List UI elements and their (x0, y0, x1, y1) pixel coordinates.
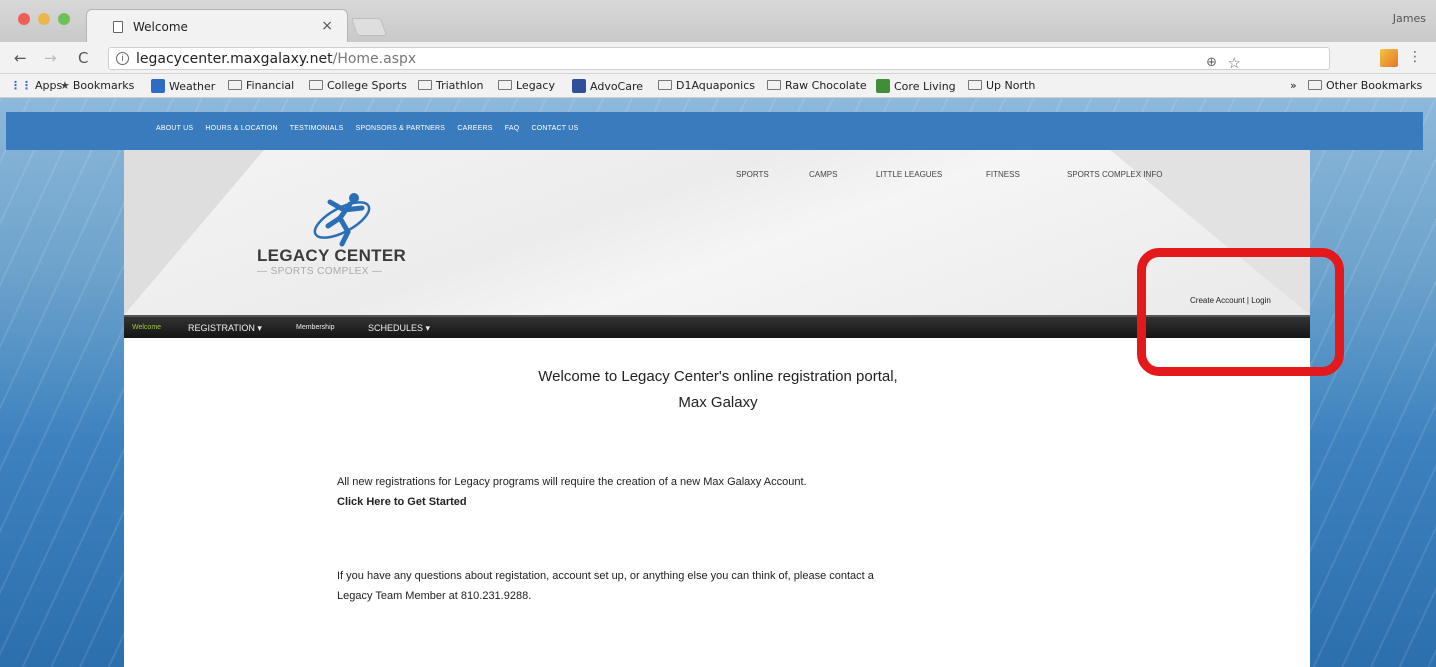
window-close-button[interactable] (18, 13, 30, 25)
page-icon (113, 21, 123, 33)
screenshot-frame: Welcome × James ← → C i legacycenter.max… (0, 0, 1436, 667)
advocare-icon (572, 79, 586, 93)
folder-icon (968, 80, 982, 90)
bookmark-financial[interactable]: Financial (228, 79, 294, 92)
apps-icon: ⋮⋮ (10, 79, 32, 92)
subnav-welcome[interactable]: Welcome (132, 324, 161, 331)
nav-camps[interactable]: CAMPS (809, 170, 837, 179)
address-bar[interactable]: i legacycenter.maxgalaxy.net/Home.aspx ⊕… (108, 47, 1330, 72)
bookmark-other-bookmarks[interactable]: Other Bookmarks (1308, 79, 1422, 92)
nav-sports-complex-info[interactable]: SPORTS COMPLEX INFO (1067, 170, 1162, 179)
contact-text-line-1: If you have any questions about registat… (337, 570, 874, 582)
tab-title: Welcome (133, 20, 188, 34)
star-icon: ★ (60, 79, 70, 92)
folder-icon (498, 80, 512, 90)
url-host: legacycenter.maxgalaxy.net (136, 51, 333, 67)
utility-nav-bar: ABOUT US HOURS & LOCATION TESTIMONIALS S… (6, 112, 1423, 150)
bookmark-d1aquaponics[interactable]: D1Aquaponics (658, 79, 755, 92)
browser-titlebar: Welcome × James (0, 0, 1436, 42)
forward-arrow-icon[interactable]: → (44, 49, 57, 67)
nav-fitness[interactable]: FITNESS (986, 170, 1020, 179)
contact-text-line-2: Legacy Team Member at 810.231.9288. (337, 590, 532, 602)
bookmark-advocare[interactable]: AdvoCare (572, 79, 643, 93)
nav-contact-us[interactable]: CONTACT US (532, 125, 579, 132)
folder-icon (309, 80, 323, 90)
url-path: /Home.aspx (332, 51, 417, 67)
site-header: LEGACY CENTER — SPORTS COMPLEX — SPORTS … (124, 150, 1310, 315)
core-living-icon (876, 79, 890, 93)
runner-logo-icon[interactable] (304, 188, 384, 248)
nav-hours-location[interactable]: HOURS & LOCATION (205, 125, 277, 132)
nav-about-us[interactable]: ABOUT US (156, 125, 193, 132)
window-minimize-button[interactable] (38, 13, 50, 25)
tab-close-icon[interactable]: × (321, 18, 333, 34)
header-decoration (124, 150, 264, 315)
bookmark-core-living[interactable]: Core Living (876, 79, 956, 93)
logo-title[interactable]: LEGACY CENTER (257, 246, 406, 266)
nav-little-leagues[interactable]: LITTLE LEAGUES (876, 170, 942, 179)
bookmark-raw-chocolate[interactable]: Raw Chocolate (767, 79, 867, 92)
bookmark-weather[interactable]: Weather (151, 79, 215, 93)
nav-sponsors-partners[interactable]: SPONSORS & PARTNERS (356, 125, 446, 132)
subnav-membership[interactable]: Membership (296, 324, 335, 331)
logo-subtitle: — SPORTS COMPLEX — (257, 266, 383, 277)
nav-testimonials[interactable]: TESTIMONIALS (290, 125, 344, 132)
bookmark-college-sports[interactable]: College Sports (309, 79, 407, 92)
nav-careers[interactable]: CAREERS (457, 125, 492, 132)
get-started-link[interactable]: Click Here to Get Started (337, 492, 467, 512)
subnav-schedules[interactable]: SCHEDULES ▾ (368, 323, 430, 334)
highlight-annotation-box (1137, 248, 1344, 376)
menu-icon[interactable]: ⋮ (1408, 49, 1422, 65)
bookmarks-bar: ⋮⋮ Apps ★ Bookmarks Weather Financial Coll… (0, 74, 1436, 98)
registration-notice: All new registrations for Legacy program… (337, 476, 807, 488)
subnav-registration[interactable]: REGISTRATION ▾ (188, 323, 262, 334)
browser-tab-welcome[interactable]: Welcome × (86, 9, 348, 42)
extension-icon[interactable] (1380, 49, 1398, 67)
sub-nav-bar: Welcome REGISTRATION ▾ Membership SCHEDU… (124, 315, 1310, 338)
folder-icon (767, 80, 781, 90)
bookmark-bookmarks[interactable]: ★ Bookmarks (60, 79, 134, 92)
bookmark-apps[interactable]: ⋮⋮ Apps (10, 79, 62, 92)
back-arrow-icon[interactable]: ← (14, 49, 27, 67)
new-tab-button[interactable] (350, 18, 388, 36)
reload-icon[interactable]: C (78, 49, 88, 67)
bookmarks-overflow-chevron-icon[interactable]: » (1290, 79, 1297, 92)
window-maximize-button[interactable] (58, 13, 70, 25)
utility-nav: ABOUT US HOURS & LOCATION TESTIMONIALS S… (156, 125, 588, 132)
nav-faq[interactable]: FAQ (505, 125, 520, 132)
url-text[interactable]: legacycenter.maxgalaxy.net/Home.aspx (136, 51, 416, 67)
nav-sports[interactable]: SPORTS (736, 170, 769, 179)
folder-icon (418, 80, 432, 90)
zoom-icon[interactable]: ⊕ (1206, 55, 1217, 70)
weather-icon (151, 79, 165, 93)
profile-name[interactable]: James (1393, 12, 1426, 25)
browser-toolbar: ← → C i legacycenter.maxgalaxy.net/Home.… (0, 42, 1436, 74)
folder-icon (658, 80, 672, 90)
folder-icon (228, 80, 242, 90)
bookmark-star-icon[interactable]: ☆ (1228, 54, 1241, 72)
info-icon[interactable]: i (116, 52, 129, 65)
bookmark-legacy[interactable]: Legacy (498, 79, 555, 92)
bookmark-up-north[interactable]: Up North (968, 79, 1035, 92)
welcome-line-2: Max Galaxy (678, 394, 758, 411)
folder-icon (1308, 80, 1322, 90)
bookmark-triathlon[interactable]: Triathlon (418, 79, 483, 92)
